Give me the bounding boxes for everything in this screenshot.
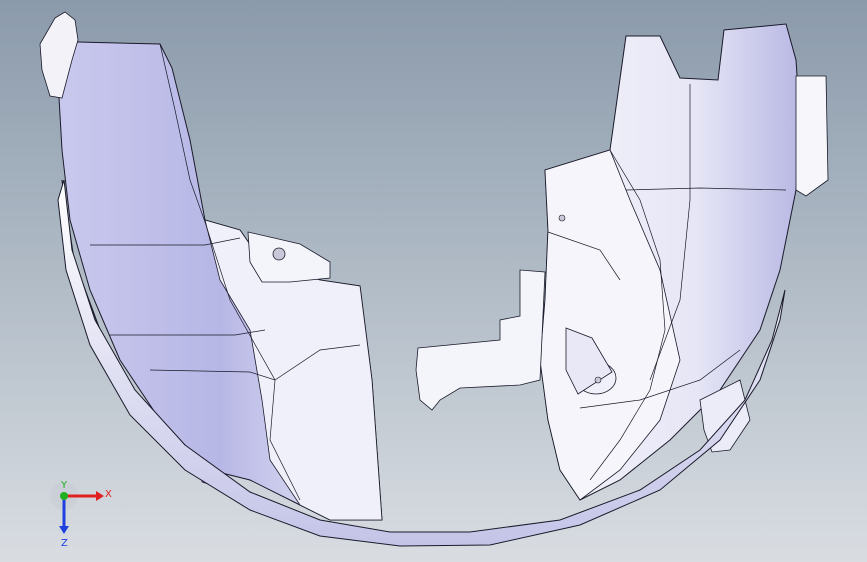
left-bracket-hole: [272, 247, 286, 261]
wheel-arch-liner-model[interactable]: [0, 0, 867, 562]
z-axis-arrowhead: [59, 526, 69, 534]
cad-viewport[interactable]: X Y Z: [0, 0, 867, 562]
x-axis-arrowhead: [96, 491, 104, 501]
z-axis-label: Z: [61, 538, 68, 549]
right-bracket-tab: [415, 269, 546, 411]
right-liner-half: [415, 23, 829, 501]
right-boss-hole: [594, 376, 602, 384]
y-axis-label: Y: [60, 480, 68, 491]
y-axis-dot: [60, 492, 68, 500]
right-side-fin: [795, 75, 829, 197]
left-bracket-tab: [247, 231, 331, 283]
left-liner-half: [39, 11, 383, 521]
coordinate-triad: X Y Z: [50, 480, 112, 549]
x-axis-label: X: [105, 489, 112, 500]
right-mount-hole: [558, 214, 566, 222]
